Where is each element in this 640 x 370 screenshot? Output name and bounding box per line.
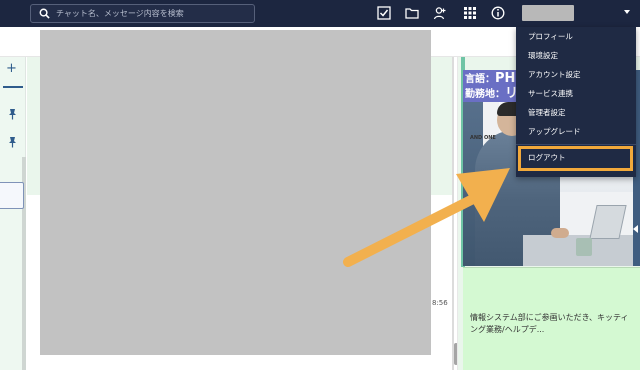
annotation-arrow-icon	[343, 168, 510, 267]
